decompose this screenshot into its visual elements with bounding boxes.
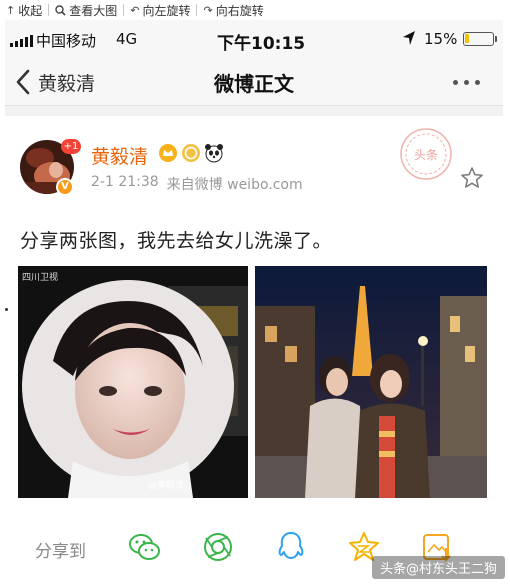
signal-strength-icon bbox=[10, 35, 33, 47]
battery-percentage: 15% bbox=[424, 30, 458, 48]
share-label: 分享到 bbox=[35, 542, 86, 562]
post-image-2[interactable] bbox=[255, 266, 487, 498]
post-meta: 2-1 21:38 来自微博 weibo.com bbox=[91, 174, 303, 194]
post-source: 来自微博 weibo.com bbox=[166, 177, 303, 193]
rotate-left-icon: ↶ bbox=[130, 3, 140, 17]
carrier-name: 中国移动 bbox=[36, 32, 97, 50]
collapse-label: 收起 bbox=[18, 3, 43, 18]
battery-tip bbox=[495, 36, 497, 42]
user-badges bbox=[158, 143, 224, 163]
rotate-right-button[interactable]: ↷ 向右旋转 bbox=[197, 0, 269, 20]
post-author-name[interactable]: 黄毅清 bbox=[91, 142, 148, 169]
crown-member-icon bbox=[159, 144, 177, 162]
section-divider bbox=[5, 106, 503, 116]
post-timestamp: 2-1 21:38 bbox=[91, 174, 159, 190]
image-viewer-toolbar: ↑ 收起 查看大图 ↶ 向左旋转 ↷ 向右旋转 bbox=[0, 0, 510, 20]
weibo-post: +1 V 黄毅清 2-1 21:38 来自微博 weibo.com 头条 分享两… bbox=[5, 116, 503, 585]
view-large-image-label: 查看大图 bbox=[69, 3, 118, 18]
post-body-text: 分享两张图，我先去给女儿洗澡了。 bbox=[20, 230, 333, 252]
battery-icon bbox=[463, 32, 494, 46]
location-arrow-icon bbox=[403, 31, 415, 45]
view-large-image-button[interactable]: 查看大图 bbox=[49, 0, 123, 20]
image-caption: @黄毅清 bbox=[148, 479, 184, 491]
qq-icon[interactable] bbox=[273, 530, 309, 564]
verified-badge: V bbox=[56, 178, 74, 196]
moments-icon[interactable] bbox=[200, 530, 236, 564]
navigation-bar: 黄毅清 微博正文 bbox=[5, 58, 503, 106]
collapse-button[interactable]: ↑ 收起 bbox=[0, 0, 48, 20]
rotate-left-button[interactable]: ↶ 向左旋转 bbox=[124, 0, 196, 20]
network-type: 4G bbox=[116, 30, 138, 48]
wechat-icon[interactable] bbox=[127, 530, 163, 564]
favorite-star-icon[interactable] bbox=[460, 166, 484, 190]
rotate-left-label: 向左旋转 bbox=[142, 3, 191, 18]
edge-marker bbox=[5, 308, 8, 311]
watermark: 头条@村东头王二狗 bbox=[372, 556, 506, 579]
collapse-icon: ↑ bbox=[6, 3, 16, 17]
page-title: 微博正文 bbox=[214, 72, 294, 96]
battery-level-fill bbox=[465, 34, 469, 43]
svg-text:四川卫视: 四川卫视 bbox=[22, 271, 58, 283]
rotate-right-icon: ↷ bbox=[203, 3, 213, 17]
headline-stamp-icon: 头条 bbox=[400, 128, 452, 180]
rotate-right-label: 向右旋转 bbox=[215, 3, 264, 18]
status-time: 下午10:15 bbox=[217, 34, 306, 54]
search-icon bbox=[55, 4, 66, 16]
panda-icon bbox=[205, 144, 223, 163]
medal-icon bbox=[182, 144, 200, 162]
status-bar: 中国移动 4G 下午10:15 15% bbox=[5, 20, 503, 58]
notification-count-badge: +1 bbox=[61, 139, 81, 154]
stamp-text: 头条 bbox=[414, 148, 438, 162]
post-image-1[interactable]: 四川卫视 @黄毅清 bbox=[18, 266, 248, 498]
phone-screenshot: 中国移动 4G 下午10:15 15% 黄毅清 微博正文 +1 V 黄毅清 2-… bbox=[5, 20, 503, 585]
more-options-icon[interactable] bbox=[453, 80, 480, 85]
